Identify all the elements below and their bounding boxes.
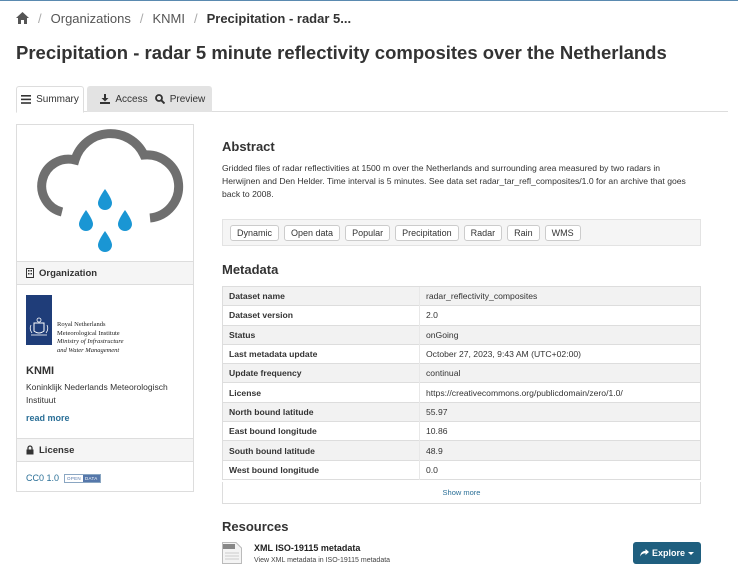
metadata-key: West bound longitude [222,459,420,480]
tab-preview[interactable]: Preview [148,86,212,112]
license-heading: License [17,438,193,462]
tag-wms[interactable]: WMS [544,224,581,241]
download-icon [100,94,111,104]
metadata-value: October 27, 2023, 9:43 AM (UTC+02:00) [419,343,701,364]
org-logo-line: Royal Netherlands [57,321,106,328]
metadata-value: onGoing [419,324,701,345]
metadata-key: Update frequency [222,363,420,383]
list-icon [21,95,32,104]
dataset-logo [17,125,193,261]
tab-label: Preview [169,93,206,105]
breadcrumb-organizations[interactable]: Organizations [51,11,131,26]
open-data-badge-left: OPEN [65,474,83,482]
metadata-key: Dataset version [222,305,420,326]
table-row: Update frequency continual [222,363,701,383]
crest-icon [29,317,49,336]
rain-cloud-icon [37,129,184,252]
license-cc0-link[interactable]: CC0 1.0 OPEN DATA [26,473,101,483]
share-icon [639,549,649,557]
organization-full-name: Koninklijk Nederlands Meteorologisch Ins… [26,382,168,405]
metadata-key: South bound latitude [222,440,420,461]
organization-heading: Organization [17,261,193,285]
building-icon [26,268,34,278]
tab-bar: Summary Access Preview [16,86,728,113]
page-title: Precipitation - radar 5 minute reflectiv… [16,42,667,63]
license-heading-label: License [39,444,75,456]
license-link-label[interactable]: CC0 1.0 [26,473,59,483]
org-logo-text: Royal Netherlands Meteorological Institu… [57,321,124,355]
org-logo-bar [26,295,52,345]
tag-popular[interactable]: Popular [345,224,391,241]
tag-dynamic[interactable]: Dynamic [230,224,280,241]
table-row: North bound latitude 55.97 [222,401,701,422]
abstract-heading: Abstract [222,139,275,154]
metadata-value: 10.86 [419,421,701,441]
table-row: South bound latitude 48.9 [222,440,701,461]
org-logo-line: Meteorological Institute [57,329,120,337]
metadata-value: radar_reflectivity_composites [419,285,701,306]
resource-title[interactable]: XML ISO-19115 metadata [254,543,360,553]
tab-label: Access [115,93,148,105]
metadata-key: Dataset name [222,285,420,306]
table-row: Status onGoing [222,324,701,345]
tab-summary[interactable]: Summary [16,86,84,113]
resource-description: View XML metadata in ISO-19115 metadata [254,557,391,564]
table-row: Dataset version 2.0 [222,305,701,326]
metadata-table: Dataset name radar_reflectivity_composite… [222,285,701,480]
metadata-value: 0.0 [419,459,701,480]
tag-precipitation[interactable]: Precipitation [395,224,459,241]
breadcrumb-separator: / [193,10,198,26]
metadata-value: continual [419,363,701,383]
tag-open-data[interactable]: Open data [284,224,341,241]
abstract-text: Gridded files of radar reflectivities at… [222,163,686,199]
organization-logo[interactable]: Royal Netherlands Meteorological Institu… [26,295,141,357]
metadata-value: 2.0 [419,305,701,326]
org-logo-line: Ministry of Infrastructure [57,338,124,345]
open-data-badge-right: DATA [82,474,100,482]
metadata-heading: Metadata [222,262,279,277]
table-row: Dataset name radar_reflectivity_composite… [222,285,701,306]
open-data-badge: OPEN DATA [64,473,101,483]
sidebar-panel: Organization Royal Netherlands Meteorolo… [16,124,194,492]
explore-button-label: Explore [651,548,685,558]
metadata-key: Status [222,324,420,345]
tags-list: Dynamic Open data Popular Precipitation … [222,219,701,246]
show-more-link[interactable]: Show more [222,482,701,504]
data-file-icon [222,542,242,564]
metadata-key: East bound longitude [222,421,420,441]
top-border [0,0,738,1]
org-logo-line: and Water Management [57,346,120,354]
organization-name: KNMI [26,365,55,377]
lock-icon [26,445,34,455]
organization-heading-label: Organization [39,267,98,279]
tab-label: Summary [36,94,79,105]
metadata-key: North bound latitude [222,401,420,422]
explore-button[interactable]: Explore [633,542,701,564]
metadata-value: 55.97 [419,401,701,422]
table-row: East bound longitude 10.86 [222,421,701,441]
resources-heading: Resources [222,519,289,534]
chevron-down-icon [688,551,694,555]
breadcrumb-current: Precipitation - radar 5... [206,10,352,26]
metadata-key: License [222,382,420,403]
breadcrumb-separator: / [38,10,42,26]
tag-radar[interactable]: Radar [463,224,503,241]
home-icon[interactable] [16,12,29,24]
read-more-link[interactable]: read more [26,413,70,423]
table-row: Last metadata update October 27, 2023, 9:… [222,343,701,364]
breadcrumb-knmi[interactable]: KNMI [152,11,185,26]
table-row: License https://creativecommons.org/publi… [222,382,701,403]
metadata-value: 48.9 [419,440,701,461]
breadcrumb: / Organizations / KNMI / Precipitation -… [16,8,351,28]
metadata-key: Last metadata update [222,343,420,364]
table-row: West bound longitude 0.0 [222,459,701,480]
breadcrumb-separator: / [139,10,144,26]
tag-rain[interactable]: Rain [507,224,540,241]
metadata-value: https://creativecommons.org/publicdomain… [419,382,701,403]
search-icon [154,94,165,104]
